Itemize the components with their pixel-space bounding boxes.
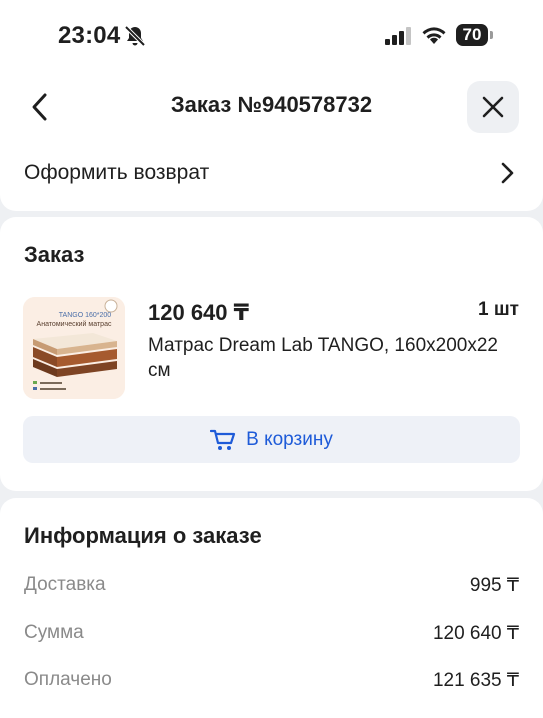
order-section-title: Заказ — [24, 242, 85, 267]
chevron-right-icon — [501, 162, 514, 184]
image-model-text: TANGO 160*200 — [59, 312, 112, 319]
status-bar: 23:04 70 — [0, 0, 543, 76]
wifi-icon — [422, 27, 446, 44]
product-quantity: 1 шт — [478, 299, 519, 320]
battery-tip — [490, 31, 493, 39]
info-row-label: Доставка — [24, 574, 106, 595]
product-name[interactable]: Матрас Dream Lab TANGO, 160x200x22 см — [148, 333, 523, 383]
cart-icon — [210, 429, 236, 450]
battery-level: 70 — [462, 25, 482, 44]
info-row-value: 995 ₸ — [469, 575, 519, 596]
add-to-cart-button[interactable]: В корзину — [23, 416, 520, 463]
status-time: 23:04 — [58, 22, 121, 49]
info-row-paid: Оплачено 121 635 ₸ — [24, 669, 519, 695]
return-label: Оформить возврат — [24, 161, 210, 184]
order-card: Заказ TANGO 160*200 Анатомический матрас… — [0, 217, 543, 491]
header: Заказ №940578732 — [0, 76, 543, 136]
bell-off-icon — [124, 25, 146, 47]
info-row-label: Сумма — [24, 622, 84, 643]
order-info-card: Информация о заказе Доставка 995 ₸ Сумма… — [0, 498, 543, 718]
battery-icon: 70 — [456, 24, 488, 46]
image-type-text: Анатомический матрас — [37, 320, 112, 328]
page-title: Заказ №940578732 — [170, 92, 373, 117]
signal-icon — [385, 27, 411, 45]
mattress-image: TANGO 160*200 Анатомический матрас — [23, 297, 125, 399]
close-button[interactable] — [467, 81, 519, 133]
info-section-title: Информация о заказе — [24, 523, 262, 548]
product-price: 120 640 ₸ — [148, 300, 249, 325]
info-row-value: 121 635 ₸ — [432, 670, 519, 691]
info-row-sum: Сумма 120 640 ₸ — [24, 622, 519, 648]
product-image[interactable]: TANGO 160*200 Анатомический матрас — [23, 297, 125, 399]
info-row-delivery: Доставка 995 ₸ — [24, 574, 519, 600]
add-to-cart-label: В корзину — [246, 428, 333, 450]
info-row-value: 120 640 ₸ — [432, 623, 519, 644]
close-icon — [482, 96, 504, 118]
info-row-label: Оплачено — [24, 669, 112, 690]
return-row[interactable]: Оформить возврат — [0, 136, 543, 211]
